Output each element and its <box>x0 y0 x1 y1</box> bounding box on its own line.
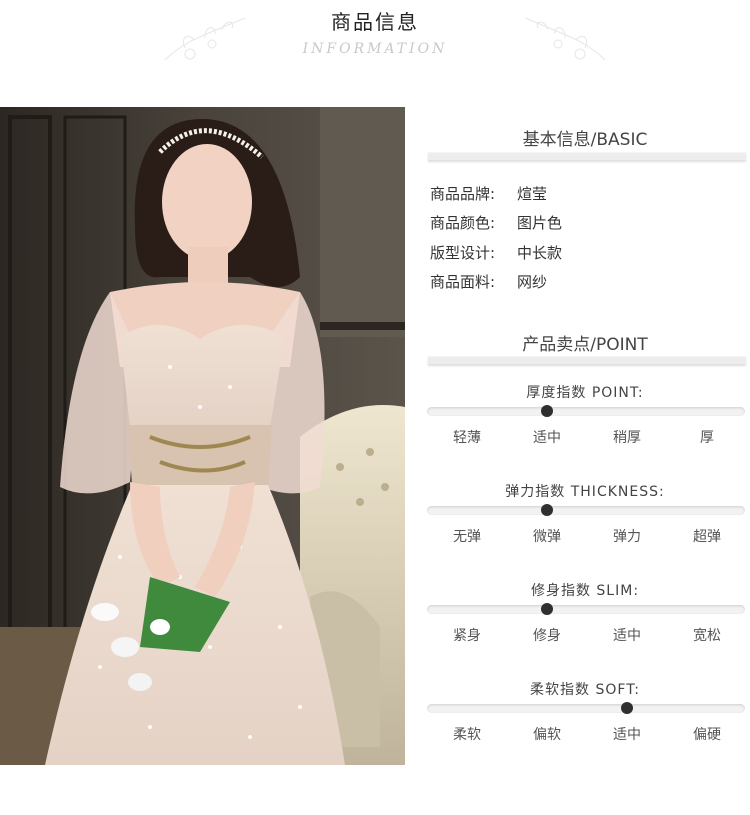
basic-info-divider <box>428 152 746 160</box>
index-label: 偏软 <box>533 727 561 743</box>
model-wearing-dress-image <box>0 107 405 765</box>
index-label: 紧身 <box>453 628 481 644</box>
index-label: 微弹 <box>533 529 561 545</box>
point-divider <box>428 356 746 364</box>
product-photo <box>0 107 405 765</box>
index-track <box>427 504 745 516</box>
softness-index-title: 柔软指数 SOFT: <box>530 682 640 698</box>
spec-row-color: 商品颜色: 图片色 <box>430 212 562 233</box>
index-labels: 轻薄 适中 稍厚 厚 <box>427 427 745 447</box>
spec-value: 图片色 <box>517 214 563 232</box>
index-track <box>427 702 745 714</box>
index-label: 适中 <box>533 430 561 446</box>
elasticity-index-title: 弹力指数 THICKNESS: <box>505 484 665 500</box>
index-labels: 柔软 偏软 适中 偏硬 <box>427 724 745 744</box>
spec-key: 商品品牌: <box>430 185 496 203</box>
page-subtitle: INFORMATION <box>302 41 448 57</box>
index-label: 适中 <box>613 628 641 644</box>
page-title: 商品信息 <box>331 10 419 34</box>
section-header: 商品信息 INFORMATION <box>0 0 750 80</box>
thickness-index-title: 厚度指数 POINT: <box>526 385 644 401</box>
spec-row-style: 版型设计: 中长款 <box>430 242 562 263</box>
index-track <box>427 603 745 615</box>
slim-index-title: 修身指数 SLIM: <box>530 583 640 599</box>
spec-row-brand: 商品品牌: 煊莹 <box>430 183 547 204</box>
index-label: 偏硬 <box>693 727 721 743</box>
index-label: 弹力 <box>613 529 641 545</box>
index-label: 厚 <box>700 430 714 446</box>
spec-value: 中长款 <box>517 244 563 262</box>
index-labels: 无弹 微弹 弹力 超弹 <box>427 526 745 546</box>
spec-value: 煊莹 <box>517 185 548 203</box>
index-label: 超弹 <box>693 529 721 545</box>
spec-key: 版型设计: <box>430 244 496 262</box>
spec-key: 商品颜色: <box>430 214 496 232</box>
index-label: 轻薄 <box>453 430 481 446</box>
spec-row-fabric: 商品面料: 网纱 <box>430 271 547 292</box>
index-label: 适中 <box>613 727 641 743</box>
spec-key: 商品面料: <box>430 273 496 291</box>
index-marker <box>541 603 553 615</box>
basic-info-title: 基本信息/BASIC <box>522 130 648 150</box>
point-title: 产品卖点/POINT <box>522 335 648 355</box>
index-label: 宽松 <box>693 628 721 644</box>
index-marker <box>621 702 633 714</box>
index-label: 柔软 <box>453 727 481 743</box>
spec-value: 网纱 <box>517 273 548 291</box>
index-label: 稍厚 <box>613 430 641 446</box>
index-label: 无弹 <box>453 529 481 545</box>
index-label: 修身 <box>533 628 561 644</box>
index-labels: 紧身 修身 适中 宽松 <box>427 625 745 645</box>
index-track <box>427 405 745 417</box>
index-marker <box>541 405 553 417</box>
index-marker <box>541 504 553 516</box>
